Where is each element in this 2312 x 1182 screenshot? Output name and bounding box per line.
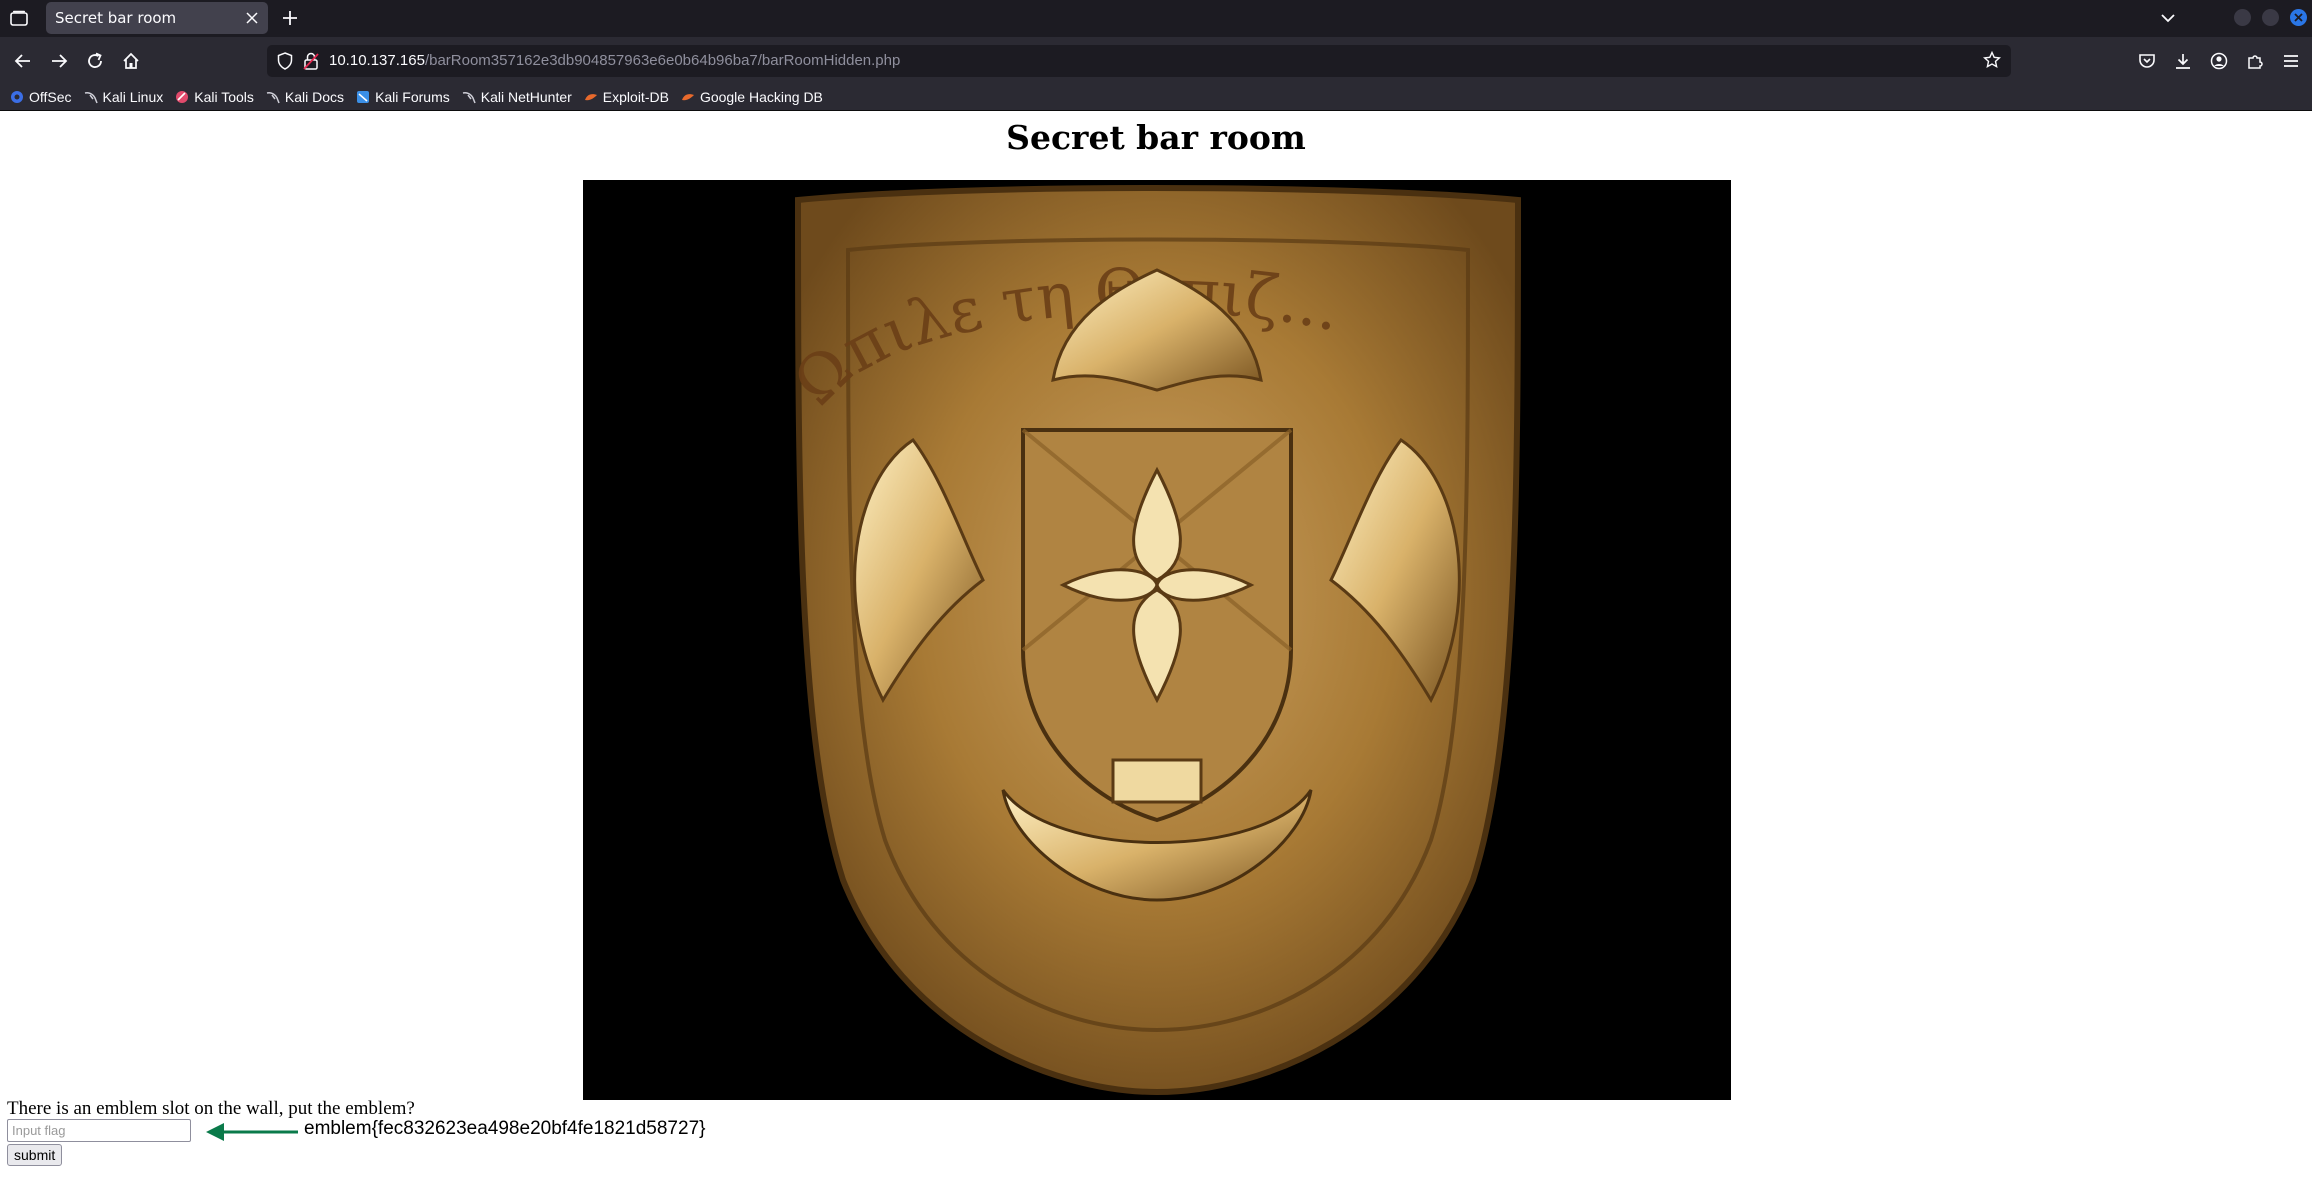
url-bar[interactable]: 10.10.137.165/barRoom357162e3db904857963… <box>267 45 2011 77</box>
page-title: Secret bar room <box>1006 118 1306 157</box>
kali-forums-icon <box>356 90 370 104</box>
maximize-window-button[interactable] <box>2262 9 2279 26</box>
kali-tools-icon <box>175 90 189 104</box>
navigation-toolbar: 10.10.137.165/barRoom357162e3db904857963… <box>0 37 2312 84</box>
bookmarks-toolbar: OffSec Kali Linux Kali Tools Kali Docs K… <box>0 84 2312 111</box>
tab-list-icon[interactable] <box>8 7 30 29</box>
reload-icon[interactable] <box>81 47 109 75</box>
bookmark-kali-tools[interactable]: Kali Tools <box>175 85 254 109</box>
kali-dragon-icon <box>266 90 280 104</box>
downloads-icon[interactable] <box>2169 47 2197 75</box>
pocket-icon[interactable] <box>2133 47 2161 75</box>
bookmark-kali-forums[interactable]: Kali Forums <box>356 85 450 109</box>
offsec-icon <box>10 90 24 104</box>
new-tab-icon[interactable] <box>278 6 302 30</box>
tab-bar: Secret bar room <box>0 0 2312 37</box>
chevron-down-icon[interactable] <box>2156 6 2180 30</box>
bookmark-label: Exploit-DB <box>602 89 669 105</box>
bookmark-label: Kali Tools <box>194 89 254 105</box>
close-window-button[interactable] <box>2290 9 2307 26</box>
url-path: /barRoom357162e3db904857963e6e0b64b96ba7… <box>424 52 901 69</box>
extensions-icon[interactable] <box>2241 47 2269 75</box>
ghdb-icon <box>681 90 695 104</box>
home-icon[interactable] <box>117 47 145 75</box>
bookmark-kali-linux[interactable]: Kali Linux <box>84 85 164 109</box>
bookmark-label: Kali Linux <box>102 89 164 105</box>
flag-input[interactable] <box>7 1119 191 1142</box>
account-icon[interactable] <box>2205 47 2233 75</box>
url-host: 10.10.137.165 <box>329 52 425 69</box>
emblem-prompt: There is an emblem slot on the wall, put… <box>7 1098 415 1119</box>
page-content: Secret bar room Ωπιλε τη ιζ... There is … <box>0 112 2312 1182</box>
insecure-lock-icon[interactable] <box>303 52 319 74</box>
tab-title: Secret bar room <box>55 9 177 27</box>
bookmark-label: Kali Docs <box>284 89 345 105</box>
url-text[interactable]: 10.10.137.165/barRoom357162e3db904857963… <box>329 51 900 71</box>
active-tab[interactable]: Secret bar room <box>46 2 268 34</box>
shield-icon[interactable] <box>277 52 293 74</box>
minimize-window-button[interactable] <box>2234 9 2251 26</box>
emblem-image: Ωπιλε τη Θεπιζ... <box>583 180 1731 1100</box>
kali-dragon-icon <box>462 90 476 104</box>
bookmark-label: Kali NetHunter <box>480 89 572 105</box>
kali-dragon-icon <box>84 90 98 104</box>
menu-icon[interactable] <box>2277 47 2305 75</box>
flag-annotation: emblem{fec832623ea498e20bf4fe1821d58727} <box>304 1118 706 1139</box>
bookmark-exploit-db[interactable]: Exploit-DB <box>584 85 669 109</box>
close-tab-icon[interactable] <box>240 6 264 30</box>
bookmark-offsec[interactable]: OffSec <box>10 85 72 109</box>
bookmark-google-hacking-db[interactable]: Google Hacking DB <box>681 85 823 109</box>
submit-button[interactable]: submit <box>7 1144 63 1166</box>
exploit-db-icon <box>584 90 598 104</box>
bookmark-kali-docs[interactable]: Kali Docs <box>266 85 344 109</box>
bookmark-star-icon[interactable] <box>1982 50 2002 73</box>
back-icon[interactable] <box>9 47 37 75</box>
forward-icon[interactable] <box>45 47 73 75</box>
annotation-arrow <box>206 1123 298 1141</box>
bookmark-label: Kali Forums <box>375 89 450 105</box>
bookmark-kali-nethunter[interactable]: Kali NetHunter <box>462 85 572 109</box>
bookmark-label: OffSec <box>29 89 72 105</box>
bookmark-label: Google Hacking DB <box>699 89 823 105</box>
emblem-shield-graphic: Ωπιλε τη Θεπιζ... <box>779 185 1522 1096</box>
